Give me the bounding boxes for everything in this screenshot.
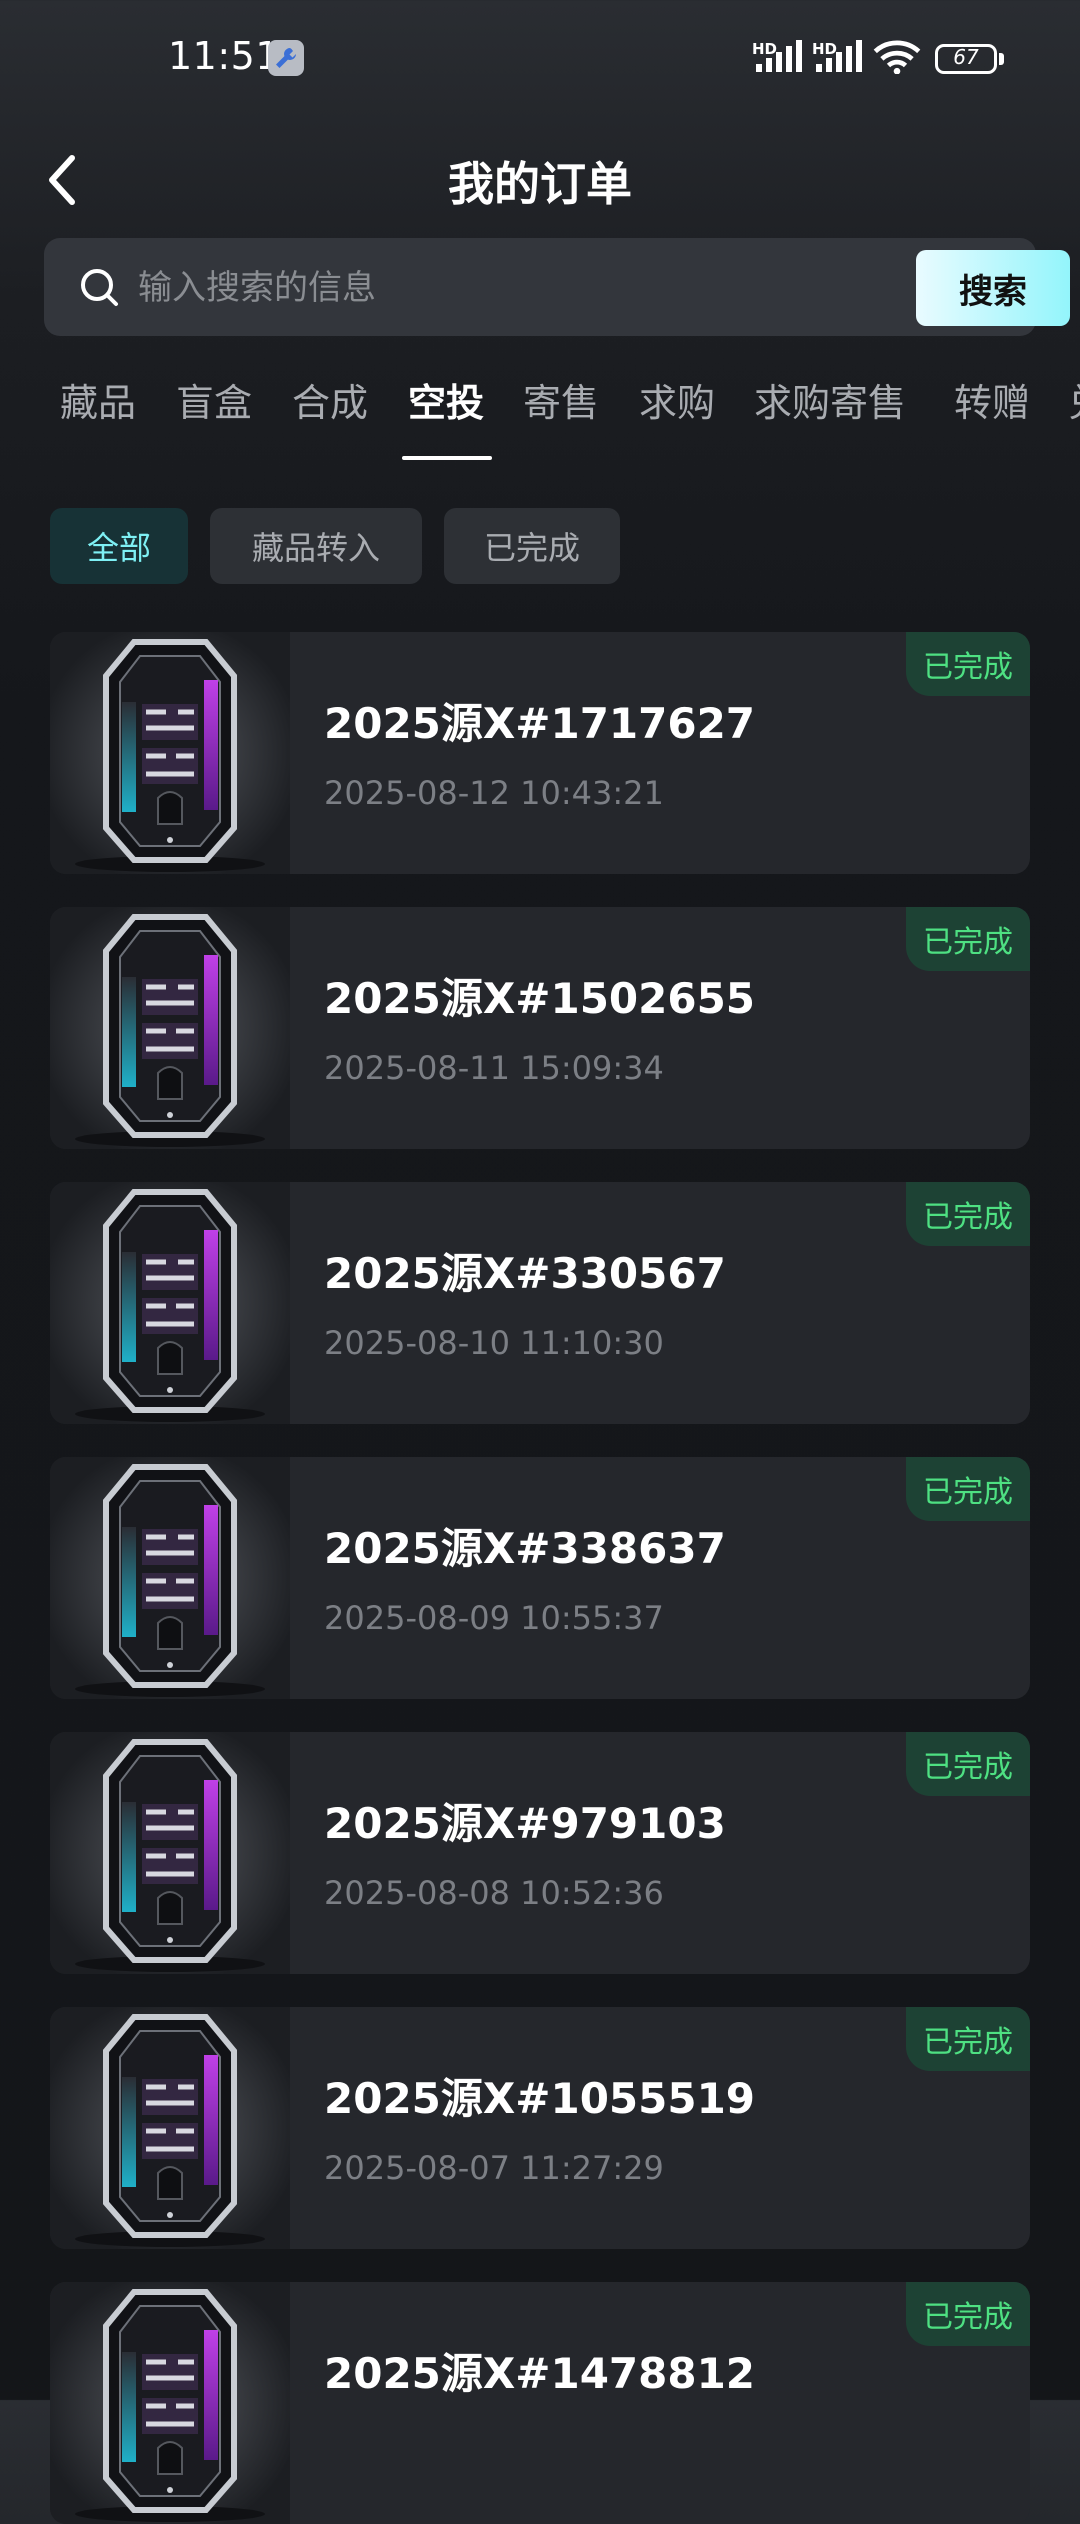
- order-title: 2025源X#979103: [324, 1799, 726, 1848]
- order-card[interactable]: 2025源X#330567 2025-08-10 11:10:30 已完成: [50, 1182, 1030, 1424]
- tab-consignment[interactable]: 寄售: [523, 372, 599, 427]
- signal-icon: [756, 40, 802, 72]
- order-title: 2025源X#1478812: [324, 2349, 756, 2398]
- wrench-icon: [268, 40, 304, 76]
- tab-transfer-gift[interactable]: 转赠: [954, 372, 1030, 427]
- search-box: 搜索: [44, 238, 1070, 336]
- collectible-thumbnail: [50, 2282, 290, 2524]
- search-icon: [81, 269, 118, 306]
- order-title: 2025源X#330567: [324, 1249, 726, 1298]
- active-tab-indicator: [402, 456, 492, 460]
- status-badge: 已完成: [906, 1457, 1030, 1521]
- collectible-thumbnail: [50, 907, 290, 1149]
- order-time: 2025-08-08 10:52:36: [324, 1874, 664, 1912]
- status-badge: 已完成: [906, 907, 1030, 971]
- order-card[interactable]: 2025源X#1055519 2025-08-07 11:27:29 已完成: [50, 2007, 1030, 2249]
- order-card[interactable]: 2025源X#979103 2025-08-08 10:52:36 已完成: [50, 1732, 1030, 1974]
- filter-all[interactable]: 全部: [50, 508, 188, 584]
- battery-level: 67: [953, 45, 979, 69]
- collectible-thumbnail: [50, 1182, 290, 1424]
- order-card[interactable]: 2025源X#338637 2025-08-09 10:55:37 已完成: [50, 1457, 1030, 1699]
- signal-icon-2: [816, 40, 862, 72]
- wifi-icon: [873, 40, 921, 74]
- status-time: 11:51: [168, 34, 281, 78]
- battery-icon: 67: [935, 44, 997, 74]
- filter-completed[interactable]: 已完成: [444, 508, 620, 584]
- battery-tip: [999, 53, 1004, 65]
- tab-blind-box[interactable]: 盲盒: [176, 372, 252, 427]
- collectible-thumbnail: [50, 632, 290, 874]
- order-title: 2025源X#1502655: [324, 974, 756, 1023]
- status-badge: 已完成: [906, 1182, 1030, 1246]
- order-title: 2025源X#1055519: [324, 2074, 756, 2123]
- filter-collection-transfer-in[interactable]: 藏品转入: [210, 508, 422, 584]
- order-time: 2025-08-11 15:09:34: [324, 1049, 664, 1087]
- page-title: 我的订单: [448, 157, 632, 211]
- order-card[interactable]: 2025源X#1478812 已完成: [50, 2282, 1030, 2524]
- order-title: 2025源X#338637: [324, 1524, 726, 1573]
- status-badge: 已完成: [906, 2282, 1030, 2346]
- category-tabs: 藏品 盲盒 合成 空投 寄售 求购 求购寄售 转赠 兑: [0, 360, 1080, 460]
- order-time: 2025-08-07 11:27:29: [324, 2149, 664, 2187]
- status-badge: 已完成: [906, 2007, 1030, 2071]
- tab-exchange[interactable]: 兑: [1068, 372, 1080, 427]
- tab-airdrop[interactable]: 空投: [408, 372, 484, 427]
- order-time: 2025-08-09 10:55:37: [324, 1599, 664, 1637]
- tab-purchase-request[interactable]: 求购: [639, 372, 715, 427]
- order-time: 2025-08-12 10:43:21: [324, 774, 664, 812]
- order-title: 2025源X#1717627: [324, 699, 756, 748]
- tab-synthesis[interactable]: 合成: [292, 372, 368, 427]
- order-card[interactable]: 2025源X#1502655 2025-08-11 15:09:34 已完成: [50, 907, 1030, 1149]
- status-badge: 已完成: [906, 632, 1030, 696]
- collectible-thumbnail: [50, 1457, 290, 1699]
- search-button[interactable]: 搜索: [916, 250, 1070, 326]
- search-input[interactable]: [136, 252, 900, 324]
- status-badge: 已完成: [906, 1732, 1030, 1796]
- order-card[interactable]: 2025源X#1717627 2025-08-12 10:43:21 已完成: [50, 632, 1030, 874]
- tab-collections[interactable]: 藏品: [60, 372, 136, 427]
- order-time: 2025-08-10 11:10:30: [324, 1324, 664, 1362]
- tab-purchase-consignment[interactable]: 求购寄售: [754, 372, 906, 427]
- status-bar: 11:51 HD HD 67: [0, 0, 1080, 90]
- collectible-thumbnail: [50, 1732, 290, 1974]
- collectible-thumbnail: [50, 2007, 290, 2249]
